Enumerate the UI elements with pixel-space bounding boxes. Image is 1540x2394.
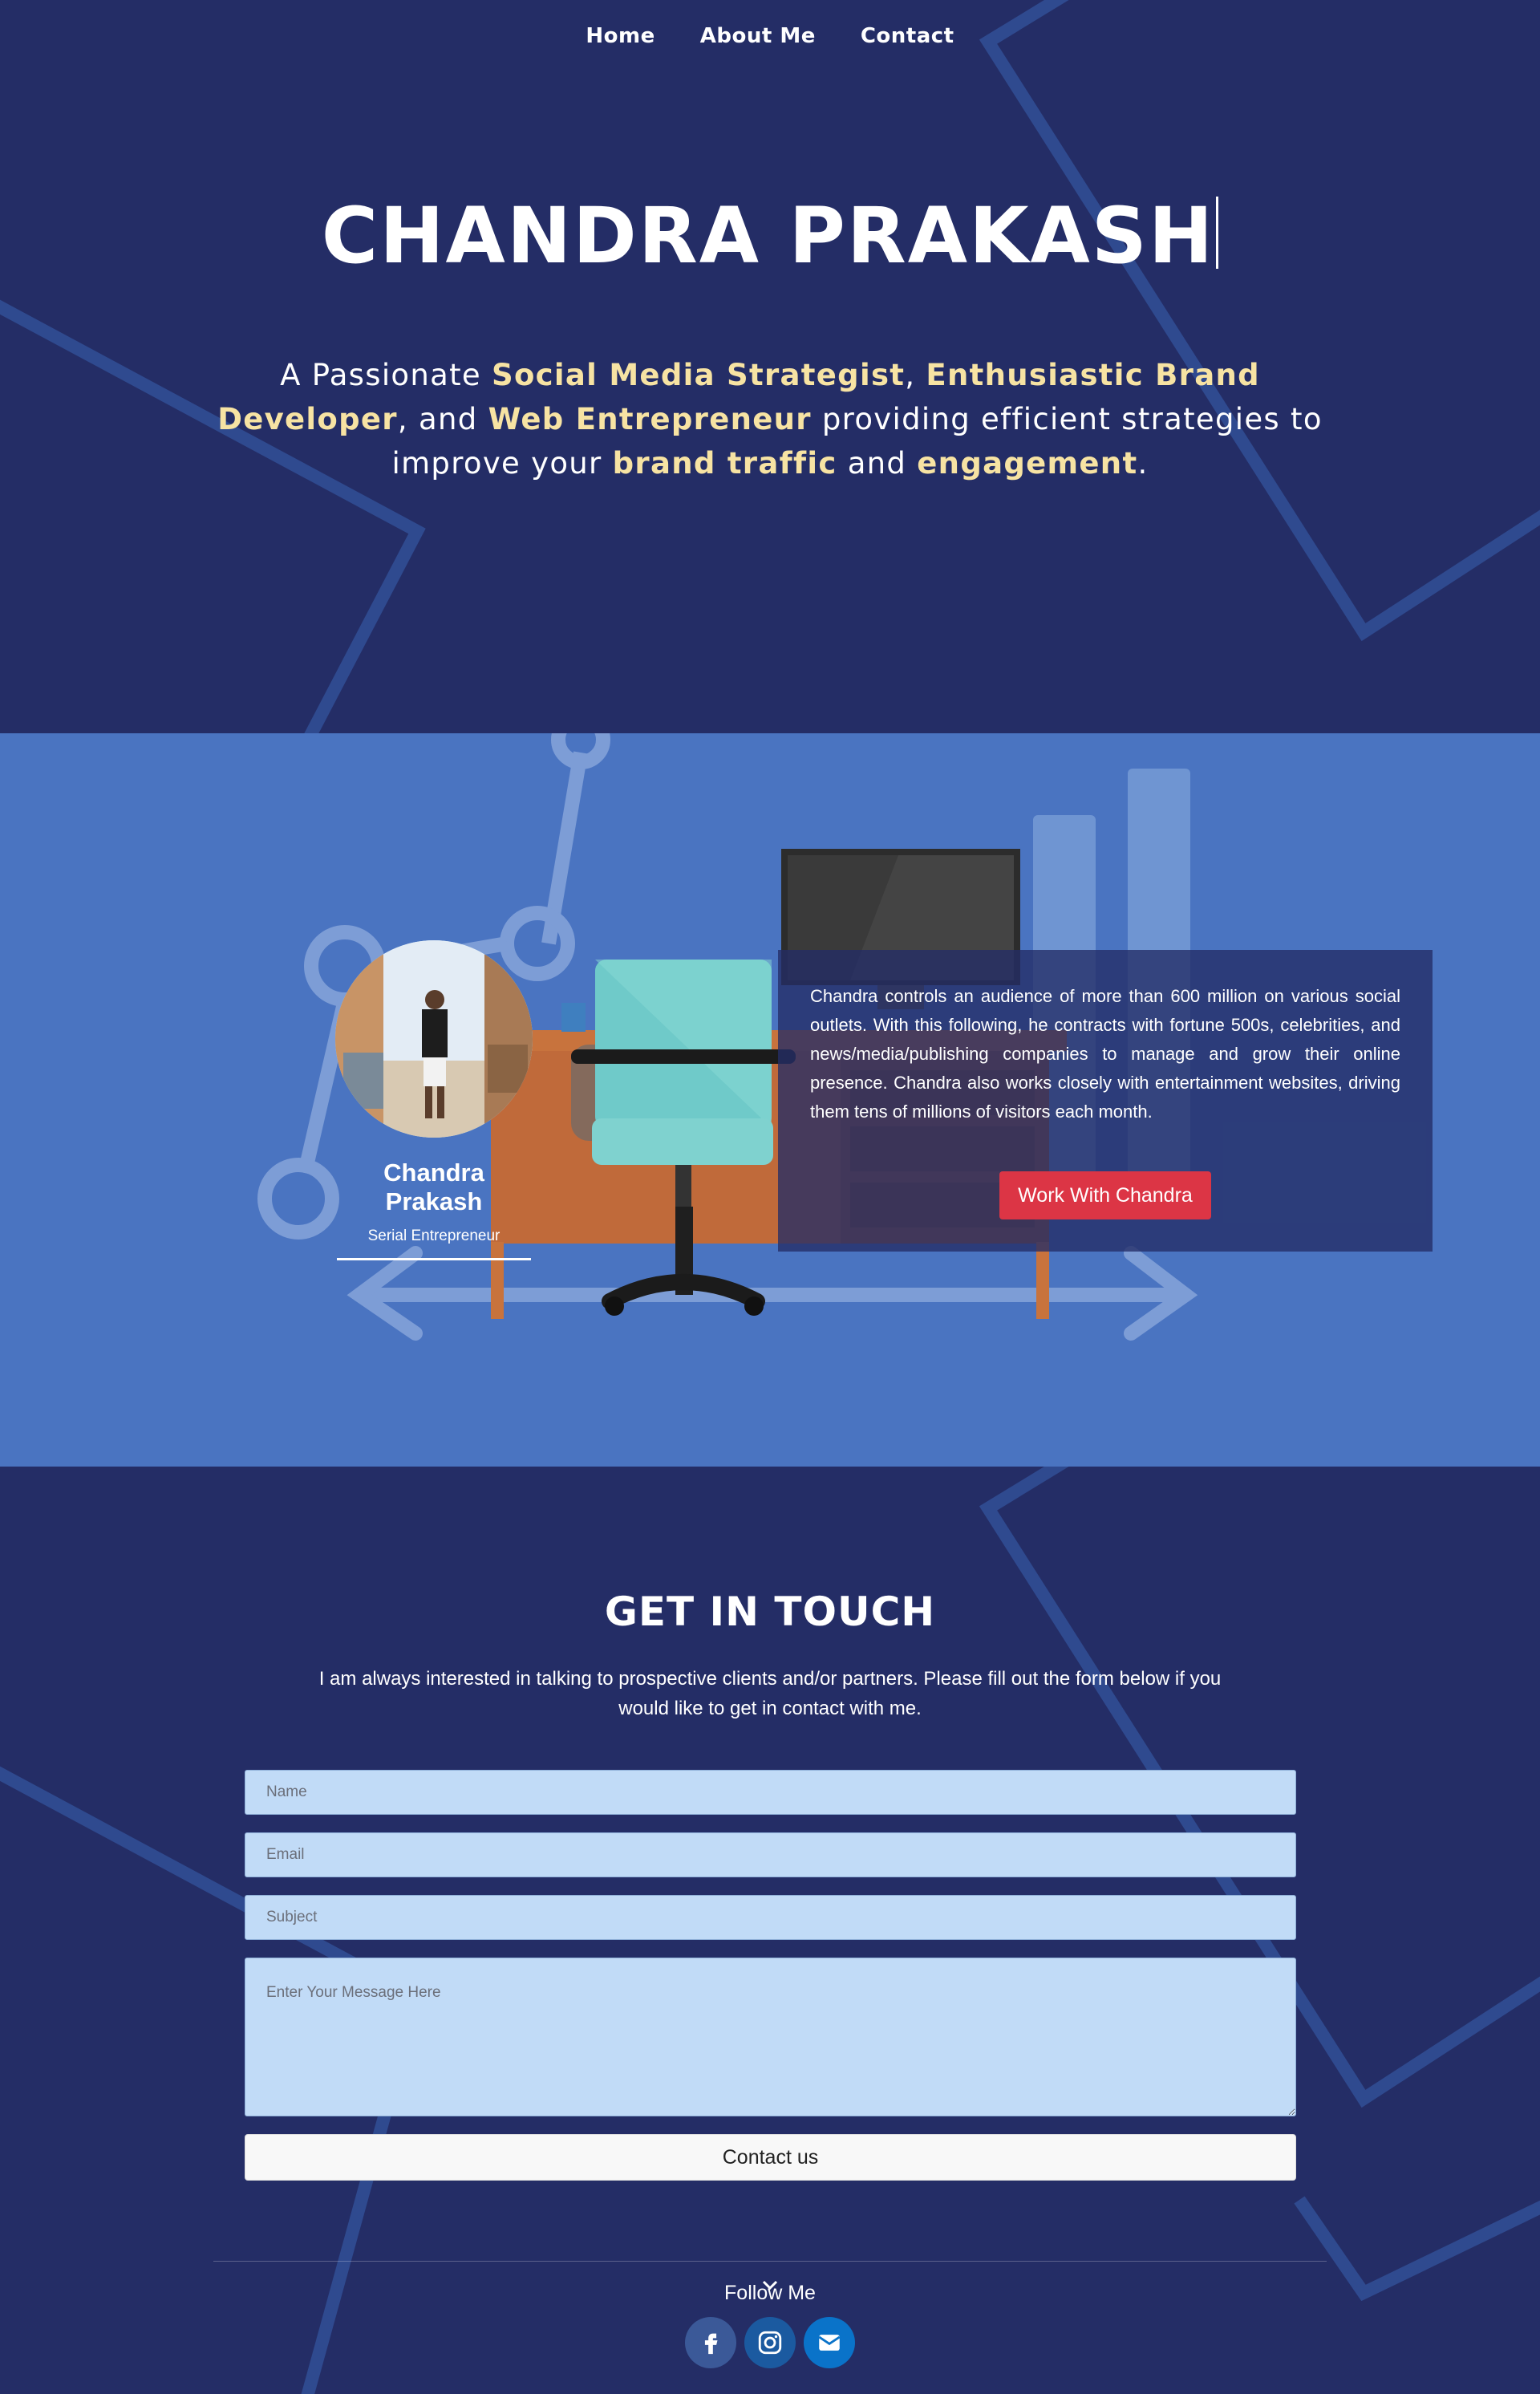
- contact-section: GET IN TOUCH I am always interested in t…: [0, 1467, 1540, 2394]
- profile-name: Chandra Prakash: [383, 1158, 484, 1215]
- nav-home-link[interactable]: Home: [586, 24, 654, 48]
- chevron-down-icon[interactable]: [760, 2277, 780, 2293]
- about-text: Chandra controls an audience of more tha…: [810, 986, 1400, 1122]
- social-links: [685, 2317, 855, 2368]
- tagline-text: ,: [905, 358, 926, 392]
- main-nav: Home About Me Contact: [0, 24, 1540, 48]
- tagline-highlight: Web Entrepreneur: [488, 402, 812, 436]
- email-input[interactable]: [245, 1832, 1296, 1877]
- profile-underline: [337, 1258, 531, 1260]
- tagline-text: and: [837, 446, 918, 481]
- avatar: [335, 940, 533, 1138]
- about-section: Chandra Prakash Serial Entrepreneur Chan…: [0, 733, 1540, 1467]
- hero-tagline: A Passionate Social Media Strategist, En…: [201, 353, 1339, 485]
- hero-title: CHANDRA PRAKASH: [0, 191, 1540, 281]
- tagline-text: , and: [397, 402, 488, 436]
- nav-about-link[interactable]: About Me: [700, 24, 816, 48]
- envelope-icon: [818, 2335, 841, 2351]
- facebook-link[interactable]: [685, 2317, 736, 2368]
- tagline-highlight: Social Media Strategist: [492, 358, 906, 392]
- facebook-icon: [704, 2333, 718, 2355]
- double-arrow-graphic: [346, 1246, 1198, 1341]
- contact-submit-button[interactable]: Contact us: [245, 2134, 1296, 2181]
- hero-section: Home About Me Contact CHANDRA PRAKASH A …: [0, 0, 1540, 733]
- name-input[interactable]: [245, 1770, 1296, 1815]
- instagram-link[interactable]: [744, 2317, 796, 2368]
- tagline-highlight: engagement: [917, 446, 1138, 481]
- about-card: Chandra controls an audience of more tha…: [778, 950, 1433, 1252]
- email-link[interactable]: [804, 2317, 855, 2368]
- instagram-icon: [758, 2331, 782, 2355]
- tagline-highlight: brand traffic: [612, 446, 837, 481]
- profile-role: Serial Entrepreneur: [367, 1227, 500, 1244]
- typing-cursor: [1216, 197, 1219, 269]
- contact-title: GET IN TOUCH: [604, 1589, 936, 1635]
- footer-divider: [213, 2261, 1327, 2262]
- subject-input[interactable]: [245, 1895, 1296, 1940]
- pen-cup-graphic: [561, 1003, 586, 1032]
- profile-card: Chandra Prakash Serial Entrepreneur: [335, 940, 533, 1260]
- profile-photo: [335, 940, 533, 1138]
- tagline-text: A Passionate: [280, 358, 492, 392]
- hero-title-text: CHANDRA PRAKASH: [321, 191, 1215, 281]
- nav-contact-link[interactable]: Contact: [861, 24, 954, 48]
- message-textarea[interactable]: [245, 1958, 1296, 2116]
- office-chair-graphic: [571, 960, 796, 1316]
- tagline-text: .: [1137, 446, 1149, 481]
- work-with-button[interactable]: Work With Chandra: [999, 1171, 1211, 1219]
- contact-subtitle: I am always interested in talking to pro…: [318, 1668, 1222, 1719]
